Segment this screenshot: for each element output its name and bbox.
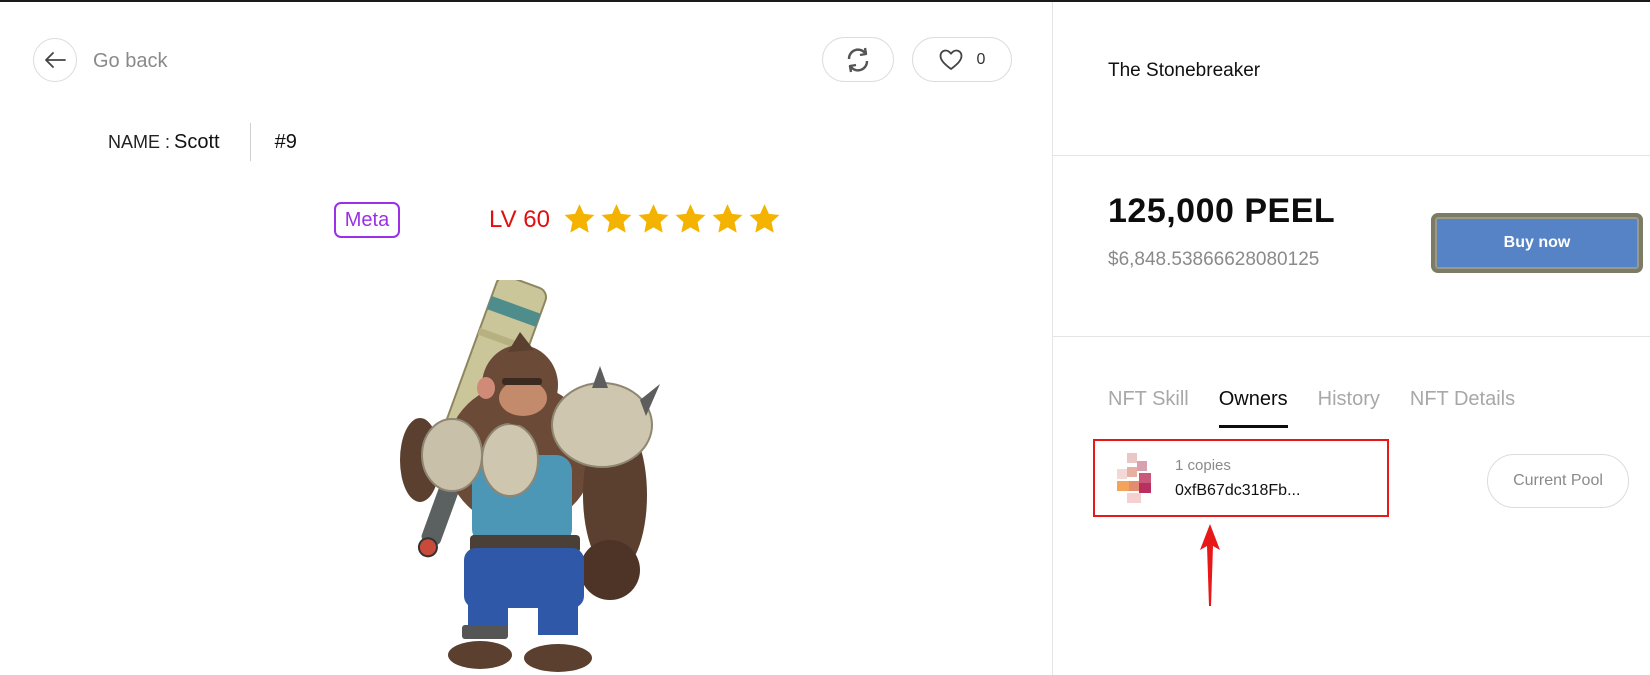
detail-tabs: NFT Skill Owners History NFT Details: [1108, 388, 1515, 428]
like-button[interactable]: 0: [912, 37, 1012, 82]
star-icon: [638, 204, 669, 233]
tab-nft-skill[interactable]: NFT Skill: [1108, 388, 1189, 428]
star-icon: [712, 204, 743, 233]
tab-history[interactable]: History: [1318, 388, 1380, 428]
avatar: [1117, 453, 1151, 503]
meta-badge: Meta: [334, 202, 400, 238]
back-button[interactable]: [33, 38, 77, 82]
nft-title: The Stonebreaker: [1108, 60, 1261, 81]
name-divider: [249, 123, 251, 161]
tab-owners[interactable]: Owners: [1218, 388, 1288, 428]
buy-now-button[interactable]: Buy now: [1431, 213, 1643, 273]
back-label[interactable]: Go back: [93, 50, 167, 73]
divider: [1053, 336, 1650, 337]
nft-detail-panel: The Stonebreaker 125,000 PEEL $6,848.538…: [1053, 2, 1650, 675]
star-icon: [601, 204, 632, 233]
like-count: 0: [976, 50, 986, 68]
arrow-left-icon: [45, 52, 66, 68]
star-icon: [749, 204, 780, 233]
current-pool-button[interactable]: Current Pool: [1487, 454, 1629, 508]
nft-name: Scott: [174, 130, 220, 153]
level-label: LV 60: [489, 206, 550, 233]
nft-name-row: NAME : Scott #9: [108, 123, 297, 161]
star-rating: [562, 202, 782, 236]
divider: [1053, 155, 1650, 156]
price: 125,000 PEEL: [1108, 192, 1336, 230]
nft-preview-panel: Go back 0 NAME : Scott #9 Meta LV 60: [0, 2, 1052, 675]
annotation-arrow-icon: [1200, 524, 1220, 606]
tab-nft-details[interactable]: NFT Details: [1410, 388, 1515, 428]
owner-address[interactable]: 0xfB67dc318Fb...: [1175, 482, 1300, 500]
star-icon: [675, 204, 706, 233]
refresh-button[interactable]: [822, 37, 894, 82]
character-image: [400, 280, 660, 672]
price-usd: $6,848.53866628080125: [1108, 249, 1320, 270]
nft-id: #9: [274, 130, 297, 153]
refresh-icon: [847, 47, 869, 72]
name-key: NAME :: [108, 131, 171, 152]
star-icon: [564, 204, 595, 233]
heart-icon: [939, 49, 962, 70]
owner-copies: 1 copies: [1175, 456, 1231, 474]
owner-info: 1 copies 0xfB67dc318Fb...: [1175, 457, 1300, 500]
owner-card[interactable]: 1 copies 0xfB67dc318Fb...: [1093, 439, 1389, 517]
